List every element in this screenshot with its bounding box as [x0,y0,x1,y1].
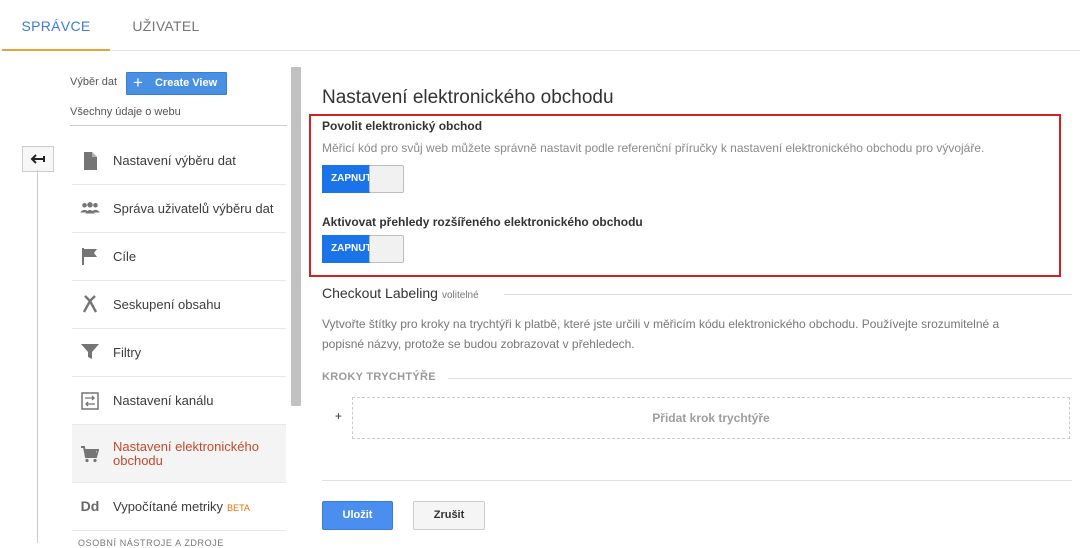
menu-item-ecommerce-settings[interactable]: Nastavení elektronického obchodu [72,425,286,483]
plus-icon[interactable]: + [335,409,342,423]
menu-item-text: Vypočítané metriky [113,499,224,514]
page-title: Nastavení elektronického obchodu [322,87,614,108]
menu-item-label: Nastavení kanálu [113,393,214,408]
funnel-steps-header: KROKY TRYCHTÝŘE [322,371,436,383]
document-icon [80,151,100,171]
merge-icon [80,294,100,314]
back-arrow-icon [30,154,45,164]
enhanced-ecommerce-toggle[interactable]: ZAPNUTO [322,235,404,263]
menu-item-label: Vypočítané metriky BETA [113,500,250,515]
enable-ecommerce-title: Povolit elektronický obchod [322,119,483,133]
plus-icon: + [133,73,143,92]
save-button[interactable]: Uložit [322,501,393,530]
menu-item-label: Nastavení výběru dat [113,153,236,168]
admin-menu: Nastavení výběru dat Správa uživatelů vý… [72,137,286,531]
menu-item-content-grouping[interactable]: Seskupení obsahu [72,281,286,329]
menu-item-label: Cíle [113,249,137,264]
menu-item-channel-settings[interactable]: Nastavení kanálu [72,377,286,425]
scrollbar[interactable] [291,67,301,406]
tab-admin[interactable]: SPRÁVCE [2,0,110,51]
checkout-description-line: Vytvořte štítky pro kroky na trychtýři k… [322,317,1000,331]
enable-ecommerce-description: Měřicí kód pro svůj web můžete správně n… [322,141,985,155]
add-funnel-step-button[interactable]: Přidat krok trychtýře [352,397,1070,439]
checkout-description: Vytvořte štítky pro kroky na trychtýři k… [322,314,1072,354]
cart-icon [80,444,100,464]
optional-label: volitelné [441,290,479,301]
enhanced-ecommerce-title: Aktivovat přehledy rozšířeného elektroni… [322,215,643,229]
menu-section-header: OSOBNÍ NÁSTROJE A ZDROJE [78,538,224,548]
filter-icon [80,342,100,362]
checkout-description-line: popisné názvy, protože se budou zobrazov… [322,337,635,351]
top-tab-bar: SPRÁVCE UŽIVATEL [0,0,1080,51]
dd-icon: Dd [80,498,100,514]
cancel-button[interactable]: Zrušit [413,501,485,530]
menu-item-label: Správa uživatelů výběru dat [113,201,274,216]
people-icon [80,198,100,218]
toggle-knob [369,165,404,193]
divider [322,480,1072,481]
menu-item-user-management[interactable]: Správa uživatelů výběru dat [72,185,286,233]
view-label: Výběr dat [70,76,118,88]
view-name[interactable]: Všechny údaje o webu [70,106,181,118]
toggle-knob [369,235,404,263]
menu-item-goals[interactable]: Cíle [72,233,286,281]
checkout-labeling-title: Checkout Labeling volitelné [322,285,479,301]
tab-user[interactable]: UŽIVATEL [110,0,222,50]
divider [448,378,1072,379]
divider [504,294,1072,295]
divider [70,125,287,126]
menu-item-label: Seskupení obsahu [113,297,221,312]
channel-icon [80,391,100,411]
beta-badge: BETA [227,503,250,513]
menu-item-filters[interactable]: Filtry [72,329,286,377]
menu-item-label: Nastavení elektronického obchodu [113,439,259,468]
divider [37,170,38,543]
enable-ecommerce-toggle[interactable]: ZAPNUTO [322,165,404,193]
checkout-labeling-text: Checkout Labeling [322,285,438,301]
menu-item-label: Filtry [113,345,142,360]
menu-item-calculated-metrics[interactable]: Dd Vypočítané metriky BETA [72,483,286,531]
create-view-button[interactable]: + Create View [126,72,227,95]
menu-item-view-settings[interactable]: Nastavení výběru dat [72,137,286,185]
create-view-label: Create View [155,77,218,89]
flag-icon [80,246,100,266]
back-button[interactable] [22,146,54,172]
